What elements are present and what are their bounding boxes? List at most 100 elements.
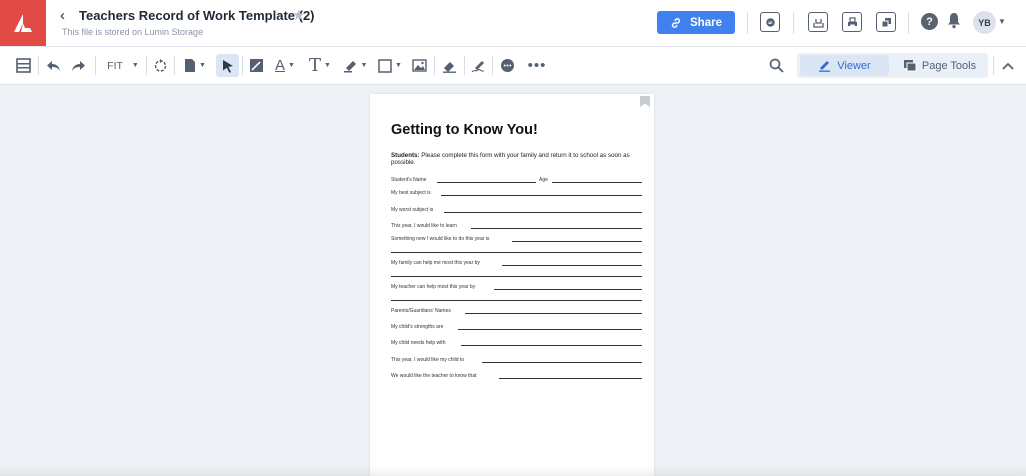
chevron-down-icon[interactable]: ▼ [998, 17, 1006, 26]
field-label-family-help: My family can help me most this year by [391, 260, 480, 266]
chat-button[interactable] [760, 12, 780, 32]
viewer-label: Viewer [837, 59, 871, 72]
bookmark-icon[interactable] [640, 94, 650, 112]
field-label-guardians: Parents/Guardians' Names [391, 308, 451, 314]
lumin-logo[interactable] [0, 0, 46, 46]
field-line[interactable] [437, 182, 536, 183]
document-title[interactable]: Teachers Record of Work Template (2) [79, 8, 315, 23]
field-label-teacher-help: My teacher can help most this year by [391, 284, 476, 290]
divider [492, 56, 493, 75]
field-line[interactable] [512, 241, 642, 242]
field-label-needs-help: My child needs help with [391, 340, 446, 346]
redo-icon[interactable] [68, 47, 88, 84]
chevron-down-icon: ▼ [288, 62, 295, 69]
page-tools-button[interactable]: Page Tools [893, 55, 986, 76]
page-menu[interactable]: ▼ [180, 47, 210, 84]
field-line[interactable] [499, 378, 642, 379]
more-icon[interactable]: ••• [526, 47, 548, 84]
field-line[interactable] [552, 182, 642, 183]
comment-icon[interactable] [497, 47, 517, 84]
field-label-age: Age [539, 177, 548, 183]
divider [908, 12, 909, 34]
field-label-teacher-know: We would like the teacher to know that [391, 373, 477, 379]
printer-icon [847, 16, 857, 27]
zoom-label: FIT [107, 59, 123, 72]
field-line[interactable] [461, 345, 642, 346]
divider [38, 56, 39, 75]
divider [793, 12, 794, 34]
divider [993, 56, 994, 75]
page-tools-label: Page Tools [921, 59, 977, 72]
field-line[interactable] [458, 329, 642, 330]
save-to-drive-button[interactable] [808, 12, 828, 32]
undo-icon[interactable] [43, 47, 63, 84]
copy-icon [881, 17, 891, 27]
back-chevron-icon[interactable]: ‹ [60, 7, 65, 24]
instructions-label: Students: [391, 152, 420, 159]
highlighter-icon[interactable]: ▼ [341, 47, 369, 84]
text-tool-icon[interactable]: T ▼ [306, 47, 334, 84]
divider [95, 56, 96, 75]
field-label-child-to: This year, I would like my child to [391, 357, 465, 363]
thumbnails-icon[interactable] [12, 47, 34, 84]
chevron-down-icon: ▼ [360, 62, 368, 69]
field-line[interactable] [391, 300, 642, 301]
field-label-like-to-learn: This year, I would like to learn [391, 223, 457, 229]
field-label-best-subject: My best subject is [391, 190, 431, 196]
field-line[interactable] [391, 252, 642, 253]
image-icon[interactable] [409, 47, 429, 84]
field-line[interactable] [441, 195, 642, 196]
duplicate-button[interactable] [876, 12, 896, 32]
field-line[interactable] [471, 228, 642, 229]
field-line[interactable] [502, 265, 642, 266]
field-line[interactable] [465, 313, 642, 314]
divider [434, 56, 435, 75]
instructions: Students: Please complete this form with… [391, 152, 647, 167]
collapse-icon[interactable] [998, 47, 1018, 84]
divider [747, 12, 748, 34]
pencil-icon [819, 61, 831, 72]
chat-icon [765, 17, 775, 27]
top-bar: ‹ Teachers Record of Work Template (2) ★… [0, 0, 1026, 47]
share-button[interactable]: Share [657, 11, 735, 34]
toolbar: FIT ▼ ▼ A ▼ T ▼ ▼ ▼ ••• Viewer Page Tool… [0, 47, 1026, 85]
select-arrow-icon[interactable] [216, 54, 239, 77]
instructions-text: Please complete this form with your fami… [391, 152, 630, 167]
page-icon [185, 59, 196, 72]
eraser-icon[interactable] [439, 47, 459, 84]
share-label: Share [690, 16, 722, 29]
field-line[interactable] [391, 276, 642, 277]
zoom-select[interactable]: FIT ▼ [103, 47, 143, 84]
text-color-icon[interactable]: A ▼ [272, 47, 298, 84]
divider [464, 56, 465, 75]
page-title: Getting to Know You! [391, 122, 538, 138]
viewer-mode-button[interactable]: Viewer [800, 55, 889, 76]
chevron-down-icon: ▼ [324, 62, 331, 69]
star-icon[interactable]: ★ [292, 6, 305, 24]
field-label-student-name: Student's Name [391, 177, 427, 183]
field-label-something-new: Something new I would like to do this ye… [391, 236, 490, 242]
link-icon [671, 17, 681, 28]
freehand-icon[interactable] [246, 47, 266, 84]
rotate-icon[interactable] [150, 47, 170, 84]
lumin-logo-icon [14, 14, 32, 32]
storage-note: This file is stored on Lumin Storage [62, 27, 204, 37]
chevron-down-icon: ▼ [199, 62, 206, 69]
signature-icon[interactable] [468, 47, 488, 84]
pages-icon [903, 60, 917, 72]
field-label-worst-subject: My worst subject is [391, 207, 434, 213]
print-button[interactable] [842, 12, 862, 32]
avatar[interactable]: YB [973, 11, 996, 34]
search-icon[interactable] [766, 47, 786, 84]
divider [242, 56, 243, 75]
help-icon[interactable]: ? [921, 13, 938, 30]
bell-icon[interactable] [947, 12, 961, 34]
field-line[interactable] [482, 362, 642, 363]
field-line[interactable] [494, 289, 642, 290]
tray-download-icon [812, 18, 824, 28]
field-line[interactable] [444, 212, 642, 213]
divider [146, 56, 147, 75]
divider [174, 56, 175, 75]
shape-rectangle-icon[interactable]: ▼ [376, 47, 404, 84]
field-label-strengths: My child's strengths are [391, 324, 444, 330]
